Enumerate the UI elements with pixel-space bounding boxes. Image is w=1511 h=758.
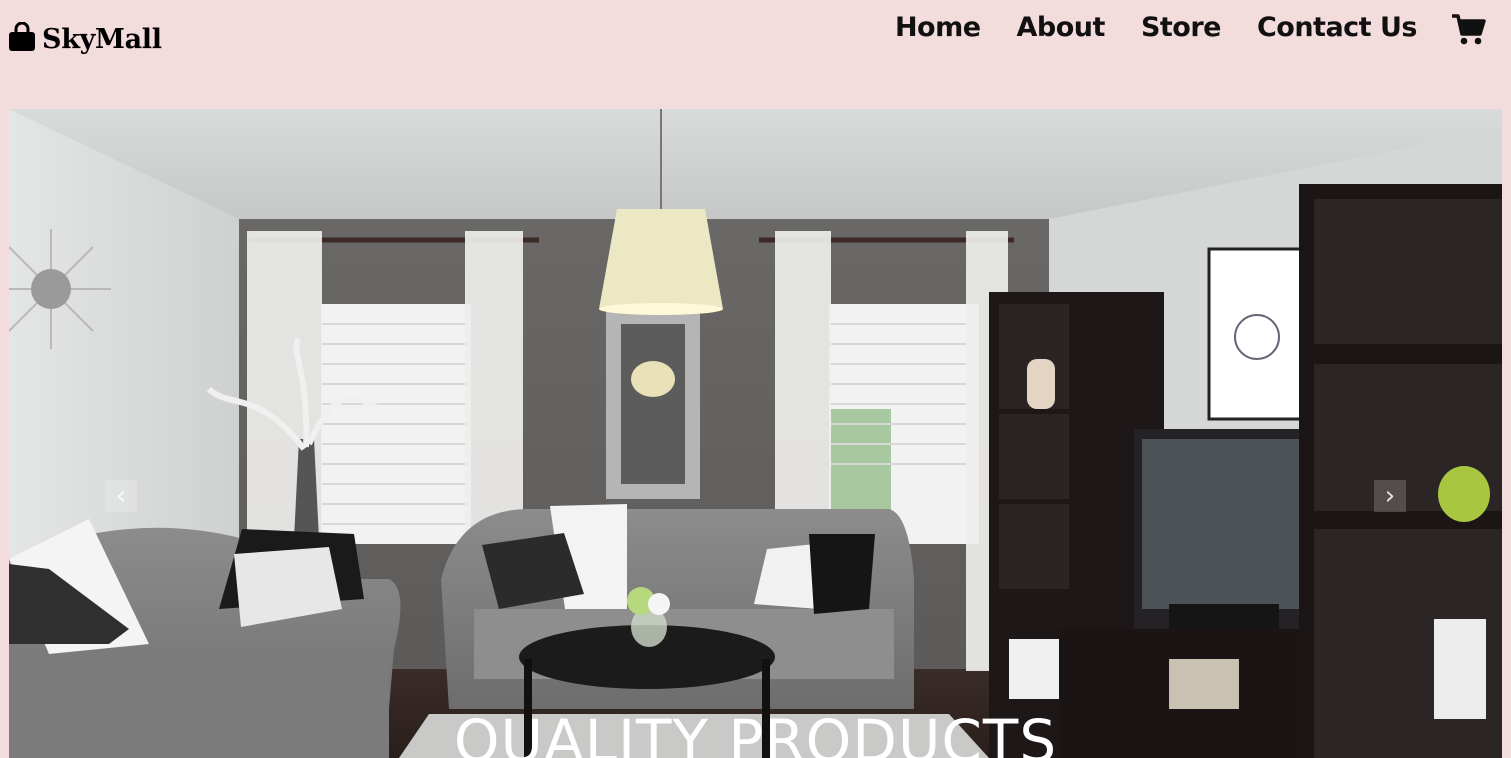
nav-store[interactable]: Store [1141, 12, 1222, 43]
nav-contact-us[interactable]: Contact Us [1257, 12, 1418, 43]
carousel-prev-button[interactable]: ‹ [105, 480, 137, 512]
nav-about[interactable]: About [1017, 12, 1106, 43]
chevron-left-icon: ‹ [115, 481, 127, 511]
living-room-photo [9, 109, 1502, 758]
chevron-right-icon: › [1384, 481, 1396, 511]
hero-caption: QUALITY PRODUCTS [453, 707, 1058, 758]
cart-icon[interactable] [1451, 13, 1487, 51]
brand-link[interactable]: SkyMall [8, 21, 162, 56]
hero-carousel: ‹ › QUALITY PRODUCTS [9, 109, 1502, 758]
main-nav: Home About Store Contact Us [895, 12, 1418, 43]
carousel-next-button[interactable]: › [1374, 480, 1406, 512]
shopping-bag-icon [8, 21, 36, 56]
nav-home[interactable]: Home [895, 12, 981, 43]
brand-name: SkyMall [42, 23, 162, 55]
navbar: SkyMall Home About Store Contact Us [0, 0, 1511, 109]
